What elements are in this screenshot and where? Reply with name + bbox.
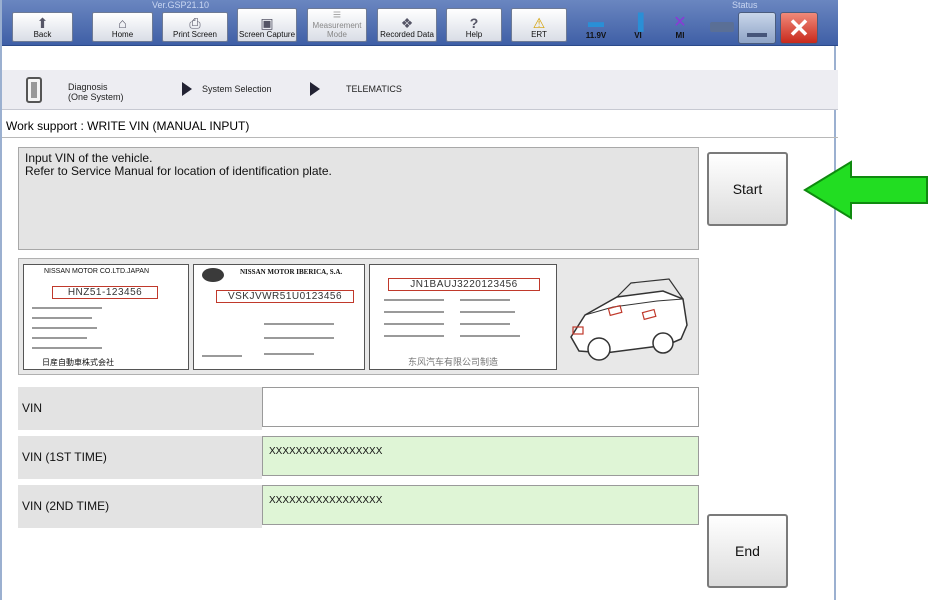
measurement-mode-button[interactable]: ≡ Measurement Mode	[307, 6, 367, 42]
status-text: Status	[732, 0, 758, 10]
battery-voltage: 11.9V	[585, 31, 607, 40]
screen-capture-button[interactable]: ▣ Screen Capture	[237, 8, 297, 42]
toolbar: Ver.GSP21.10 Status ⬆ Back ⌂ Home ⎙ Prin…	[2, 0, 838, 46]
vin-second-time-row: VIN (2ND TIME) XXXXXXXXXXXXXXXXX	[18, 485, 699, 528]
breadcrumb-step-diagnosis[interactable]: Diagnosis (One System)	[68, 82, 130, 102]
battery-status: ▬ 11.9V	[574, 12, 618, 42]
plate-china-footer: 东风汽车有限公司制造	[408, 357, 499, 367]
plate-iberica-maker: NISSAN MOTOR IBERICA, S.A.	[240, 268, 343, 276]
vin-first-time-label: VIN (1ST TIME)	[18, 436, 262, 479]
vehicle-sketch-image	[570, 278, 688, 361]
vin-second-time-label: VIN (2ND TIME)	[18, 485, 262, 528]
plate-line	[264, 323, 334, 325]
car-battery-icon: ▬	[588, 14, 604, 31]
phone-icon	[26, 77, 42, 103]
plate-line	[264, 353, 314, 355]
start-button[interactable]: Start	[707, 152, 788, 226]
back-button-label: Back	[33, 30, 52, 39]
recorded-data-button[interactable]: ❖ Recorded Data	[377, 8, 437, 42]
plate-line	[384, 335, 444, 337]
message-line-2: Refer to Service Manual for location of …	[25, 164, 332, 178]
warning-icon: ⚠	[532, 15, 546, 31]
help-button-label: Help	[465, 30, 483, 39]
plate-japan-vin: HNZ51-123456	[52, 286, 158, 299]
vi-status: ▐ VI	[616, 12, 660, 42]
screen-capture-label: Screen Capture	[238, 30, 296, 39]
vin-input[interactable]	[262, 387, 699, 427]
plate-china-vin: JN1BAUJ3220123456	[388, 278, 540, 291]
meter-icon: ≡	[332, 6, 342, 22]
recorded-data-icon: ❖	[400, 15, 414, 31]
plate-line	[460, 323, 510, 325]
plate-line	[32, 347, 102, 349]
breadcrumb-step-telematics: TELEMATICS	[346, 84, 402, 94]
page-title: Work support : WRITE VIN (MANUAL INPUT)	[6, 119, 250, 133]
identification-plates-image: NISSAN MOTOR CO.LTD.JAPAN HNZ51-123456 日…	[18, 258, 699, 375]
mi-cross-icon: ✕	[673, 14, 687, 31]
plate-line	[32, 307, 102, 309]
plate-iberica: NISSAN MOTOR IBERICA, S.A. VSKJVWR51U012…	[193, 264, 365, 370]
print-screen-button[interactable]: ⎙ Print Screen	[162, 12, 228, 42]
end-button[interactable]: End	[707, 514, 788, 588]
breadcrumb-arrow-icon	[310, 82, 320, 96]
close-button[interactable]: ✕	[780, 12, 818, 44]
back-button[interactable]: ⬆ Back	[12, 12, 73, 42]
plate-line	[460, 335, 520, 337]
help-icon: ?	[469, 15, 479, 31]
home-button-label: Home	[111, 30, 134, 39]
breadcrumb-step-system-selection[interactable]: System Selection	[202, 84, 272, 94]
close-icon: ✕	[788, 13, 810, 43]
signal-icon: ▐	[632, 14, 644, 31]
status-indicator-icon	[710, 22, 734, 32]
plate-japan-footer: 日産自動車株式会社	[42, 358, 114, 367]
plate-china: JN1BAUJ3220123456 东风汽车有限公司制造	[369, 264, 557, 370]
plate-line	[32, 327, 97, 329]
home-button[interactable]: ⌂ Home	[92, 12, 153, 42]
plate-line	[32, 317, 92, 319]
message-panel: Input VIN of the vehicle. Refer to Servi…	[18, 147, 699, 250]
ert-button-label: ERT	[531, 30, 547, 39]
mi-label: MI	[675, 31, 685, 40]
ert-button[interactable]: ⚠ ERT	[511, 8, 567, 42]
vin-row: VIN	[18, 387, 699, 430]
help-button[interactable]: ? Help	[446, 8, 502, 42]
breadcrumb-arrow-icon	[182, 82, 192, 96]
home-icon: ⌂	[118, 15, 127, 31]
plate-line	[32, 337, 87, 339]
minimize-icon	[747, 33, 767, 37]
plate-line	[264, 337, 334, 339]
vin-first-time-field: XXXXXXXXXXXXXXXXX	[262, 436, 699, 476]
plate-line	[460, 311, 515, 313]
camera-icon: ▣	[260, 15, 274, 31]
print-screen-label: Print Screen	[172, 30, 218, 39]
mi-status: ✕ MI	[658, 12, 702, 42]
minimize-button[interactable]	[738, 12, 776, 44]
plate-line	[202, 355, 242, 357]
divider	[2, 137, 838, 138]
printer-icon: ⎙	[189, 15, 201, 31]
plate-japan: NISSAN MOTOR CO.LTD.JAPAN HNZ51-123456 日…	[23, 264, 189, 370]
nissan-logo-icon	[202, 268, 224, 282]
vin-label: VIN	[18, 387, 262, 430]
recorded-data-label: Recorded Data	[380, 30, 434, 39]
vin-second-time-field: XXXXXXXXXXXXXXXXX	[262, 485, 699, 525]
plate-line	[384, 323, 444, 325]
app-window: Ver.GSP21.10 Status ⬆ Back ⌂ Home ⎙ Prin…	[0, 0, 838, 600]
plate-japan-maker: NISSAN MOTOR CO.LTD.JAPAN	[44, 268, 150, 275]
plate-iberica-vin: VSKJVWR51U0123456	[216, 290, 354, 303]
vin-first-time-row: VIN (1ST TIME) XXXXXXXXXXXXXXXXX	[18, 436, 699, 479]
plate-line	[460, 299, 510, 301]
vi-label: VI	[634, 31, 642, 40]
breadcrumb: Diagnosis (One System) System Selection …	[2, 70, 838, 110]
plate-line	[384, 311, 444, 313]
measurement-mode-label: Measurement Mode	[312, 21, 362, 39]
plate-line	[384, 299, 444, 301]
green-pointer-arrow-icon	[803, 160, 928, 220]
back-arrow-icon: ⬆	[36, 15, 49, 31]
version-text: Ver.GSP21.10	[152, 0, 210, 10]
